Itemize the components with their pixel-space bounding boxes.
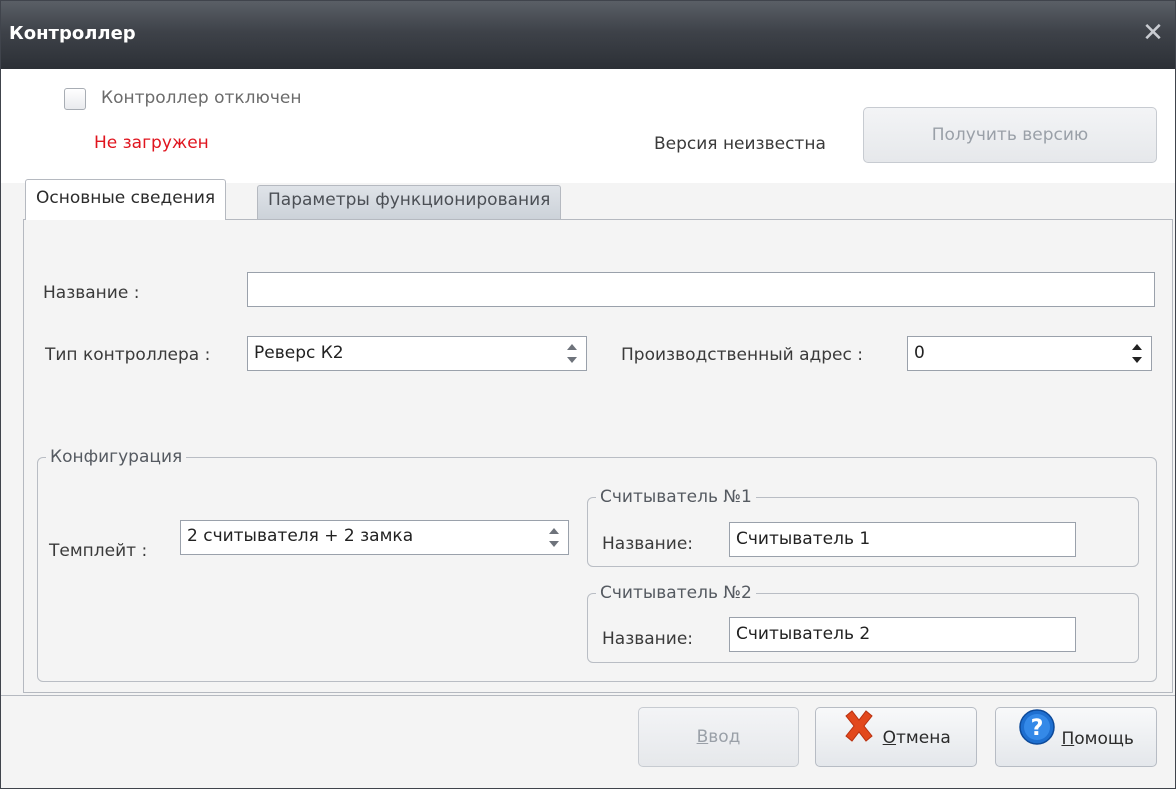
reader2-legend: Считыватель №2 [600,583,752,603]
window-title: Контроллер [9,23,136,44]
cancel-hotkey: О [882,728,897,748]
type-spin-icon[interactable] [557,336,587,371]
address-spin-icon[interactable] [1122,336,1152,371]
reader1-name-input[interactable]: Считыватель 1 [729,522,1076,557]
footer-divider [1,695,1175,696]
address-input[interactable]: 0 [907,336,1123,371]
template-select[interactable]: 2 считывателя + 2 замка [180,520,540,555]
help-hotkey: П [1061,729,1075,749]
controller-disabled-checkbox[interactable] [64,88,86,110]
type-label: Тип контроллера : [45,345,211,365]
ok-button[interactable]: Ввод [638,707,799,767]
red-x-icon [841,708,877,768]
close-icon[interactable]: ✕ [1139,19,1167,47]
title-bar: Контроллер ✕ [1,1,1175,69]
reader2-name-label: Название: [602,629,694,649]
version-text: Версия неизвестна [654,134,826,154]
type-select[interactable]: Реверс К2 [247,336,558,371]
load-status: Не загружен [94,133,209,153]
cancel-button[interactable]: Отмена [815,707,977,767]
tab-main-info[interactable]: Основные сведения [25,179,227,220]
tab-strip: Основные сведения Параметры функциониров… [1,179,1175,220]
help-button[interactable]: ? Помощь [995,707,1157,767]
name-label: Название : [43,283,140,303]
name-input[interactable] [247,272,1155,307]
question-icon: ? [1018,708,1056,770]
template-spin-icon[interactable] [539,520,569,555]
ok-hotkey: В [696,727,709,747]
ok-label: вод [708,727,741,747]
address-label: Производственный адрес : [621,345,863,365]
reader1-name-label: Название: [602,534,694,554]
reader2-name-input[interactable]: Считыватель 2 [729,617,1076,652]
reader1-legend: Считыватель №1 [600,487,752,507]
configuration-legend: Конфигурация [50,447,183,467]
cancel-label: тмена [896,728,951,748]
svg-text:?: ? [1031,716,1044,741]
controller-dialog: Контроллер ✕ Контроллер отключен Не загр… [0,0,1176,789]
tab-operation-params[interactable]: Параметры функционирования [257,185,562,219]
help-label: омощь [1074,729,1134,749]
get-version-button[interactable]: Получить версию [863,107,1157,163]
controller-disabled-label: Контроллер отключен [101,88,302,108]
template-label: Темплейт : [49,541,148,561]
